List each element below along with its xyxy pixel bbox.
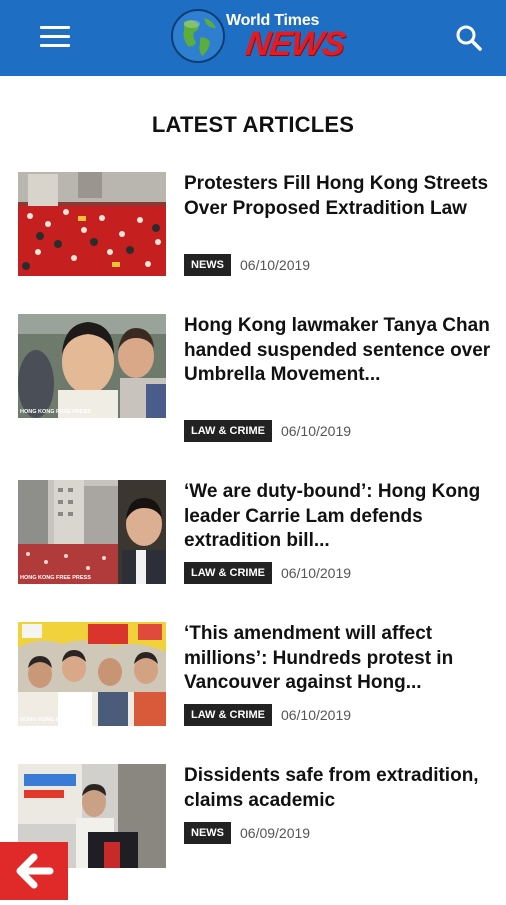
globe-icon [171,9,225,63]
article-meta: NEWS 06/10/2019 [184,254,310,276]
article-date: 06/10/2019 [280,565,352,581]
thumbnail-caption: HONG KONG FREE PRESS [20,575,91,581]
category-badge[interactable]: LAW & CRIME [184,562,272,584]
article-meta: LAW & CRIME 06/10/2019 [184,562,351,584]
search-icon[interactable] [455,24,483,52]
category-badge[interactable]: LAW & CRIME [184,704,272,726]
article-title[interactable]: Dissidents safe from extradition, claims… [184,764,494,813]
article-meta: LAW & CRIME 06/10/2019 [184,420,351,442]
article-meta: NEWS 06/09/2019 [184,822,310,844]
world-times-news-logo[interactable]: World Times NEWS [168,5,347,71]
article-meta: LAW & CRIME 06/10/2019 [184,704,351,726]
article-thumbnail[interactable]: HONG KONG FREE PRESS [18,314,166,418]
back-button[interactable] [0,842,68,900]
logo-news-wordmark: NEWS [243,25,347,63]
top-app-bar: World Times NEWS [0,0,506,76]
section-title: LATEST ARTICLES [151,112,355,137]
category-badge[interactable]: NEWS [184,254,231,276]
article-date: 06/10/2019 [240,257,311,273]
article-title[interactable]: ‘We are duty-bound’: Hong Kong leader Ca… [184,480,494,554]
category-badge[interactable]: LAW & CRIME [184,420,272,442]
category-badge[interactable]: NEWS [184,822,231,844]
article-thumbnail[interactable]: HONG KONG FREE PRESS [18,480,166,584]
arrow-left-icon [16,853,54,889]
article-thumbnail[interactable]: HONG KONG FREE PRESS [18,622,166,726]
article-date: 06/10/2019 [280,707,352,723]
article-date: 06/09/2019 [240,825,311,841]
article-title[interactable]: Hong Kong lawmaker Tanya Chan handed sus… [184,314,494,388]
article-date: 06/10/2019 [280,423,352,439]
article-thumbnail[interactable] [18,172,166,276]
hamburger-menu-icon[interactable] [40,26,70,48]
article-title[interactable]: ‘This amendment will affect millions’: H… [184,622,494,696]
thumbnail-caption: HONG KONG FREE PRESS [20,409,91,415]
thumbnail-caption: HONG KONG FREE PRESS [20,717,91,723]
article-title[interactable]: Protesters Fill Hong Kong Streets Over P… [184,172,494,221]
